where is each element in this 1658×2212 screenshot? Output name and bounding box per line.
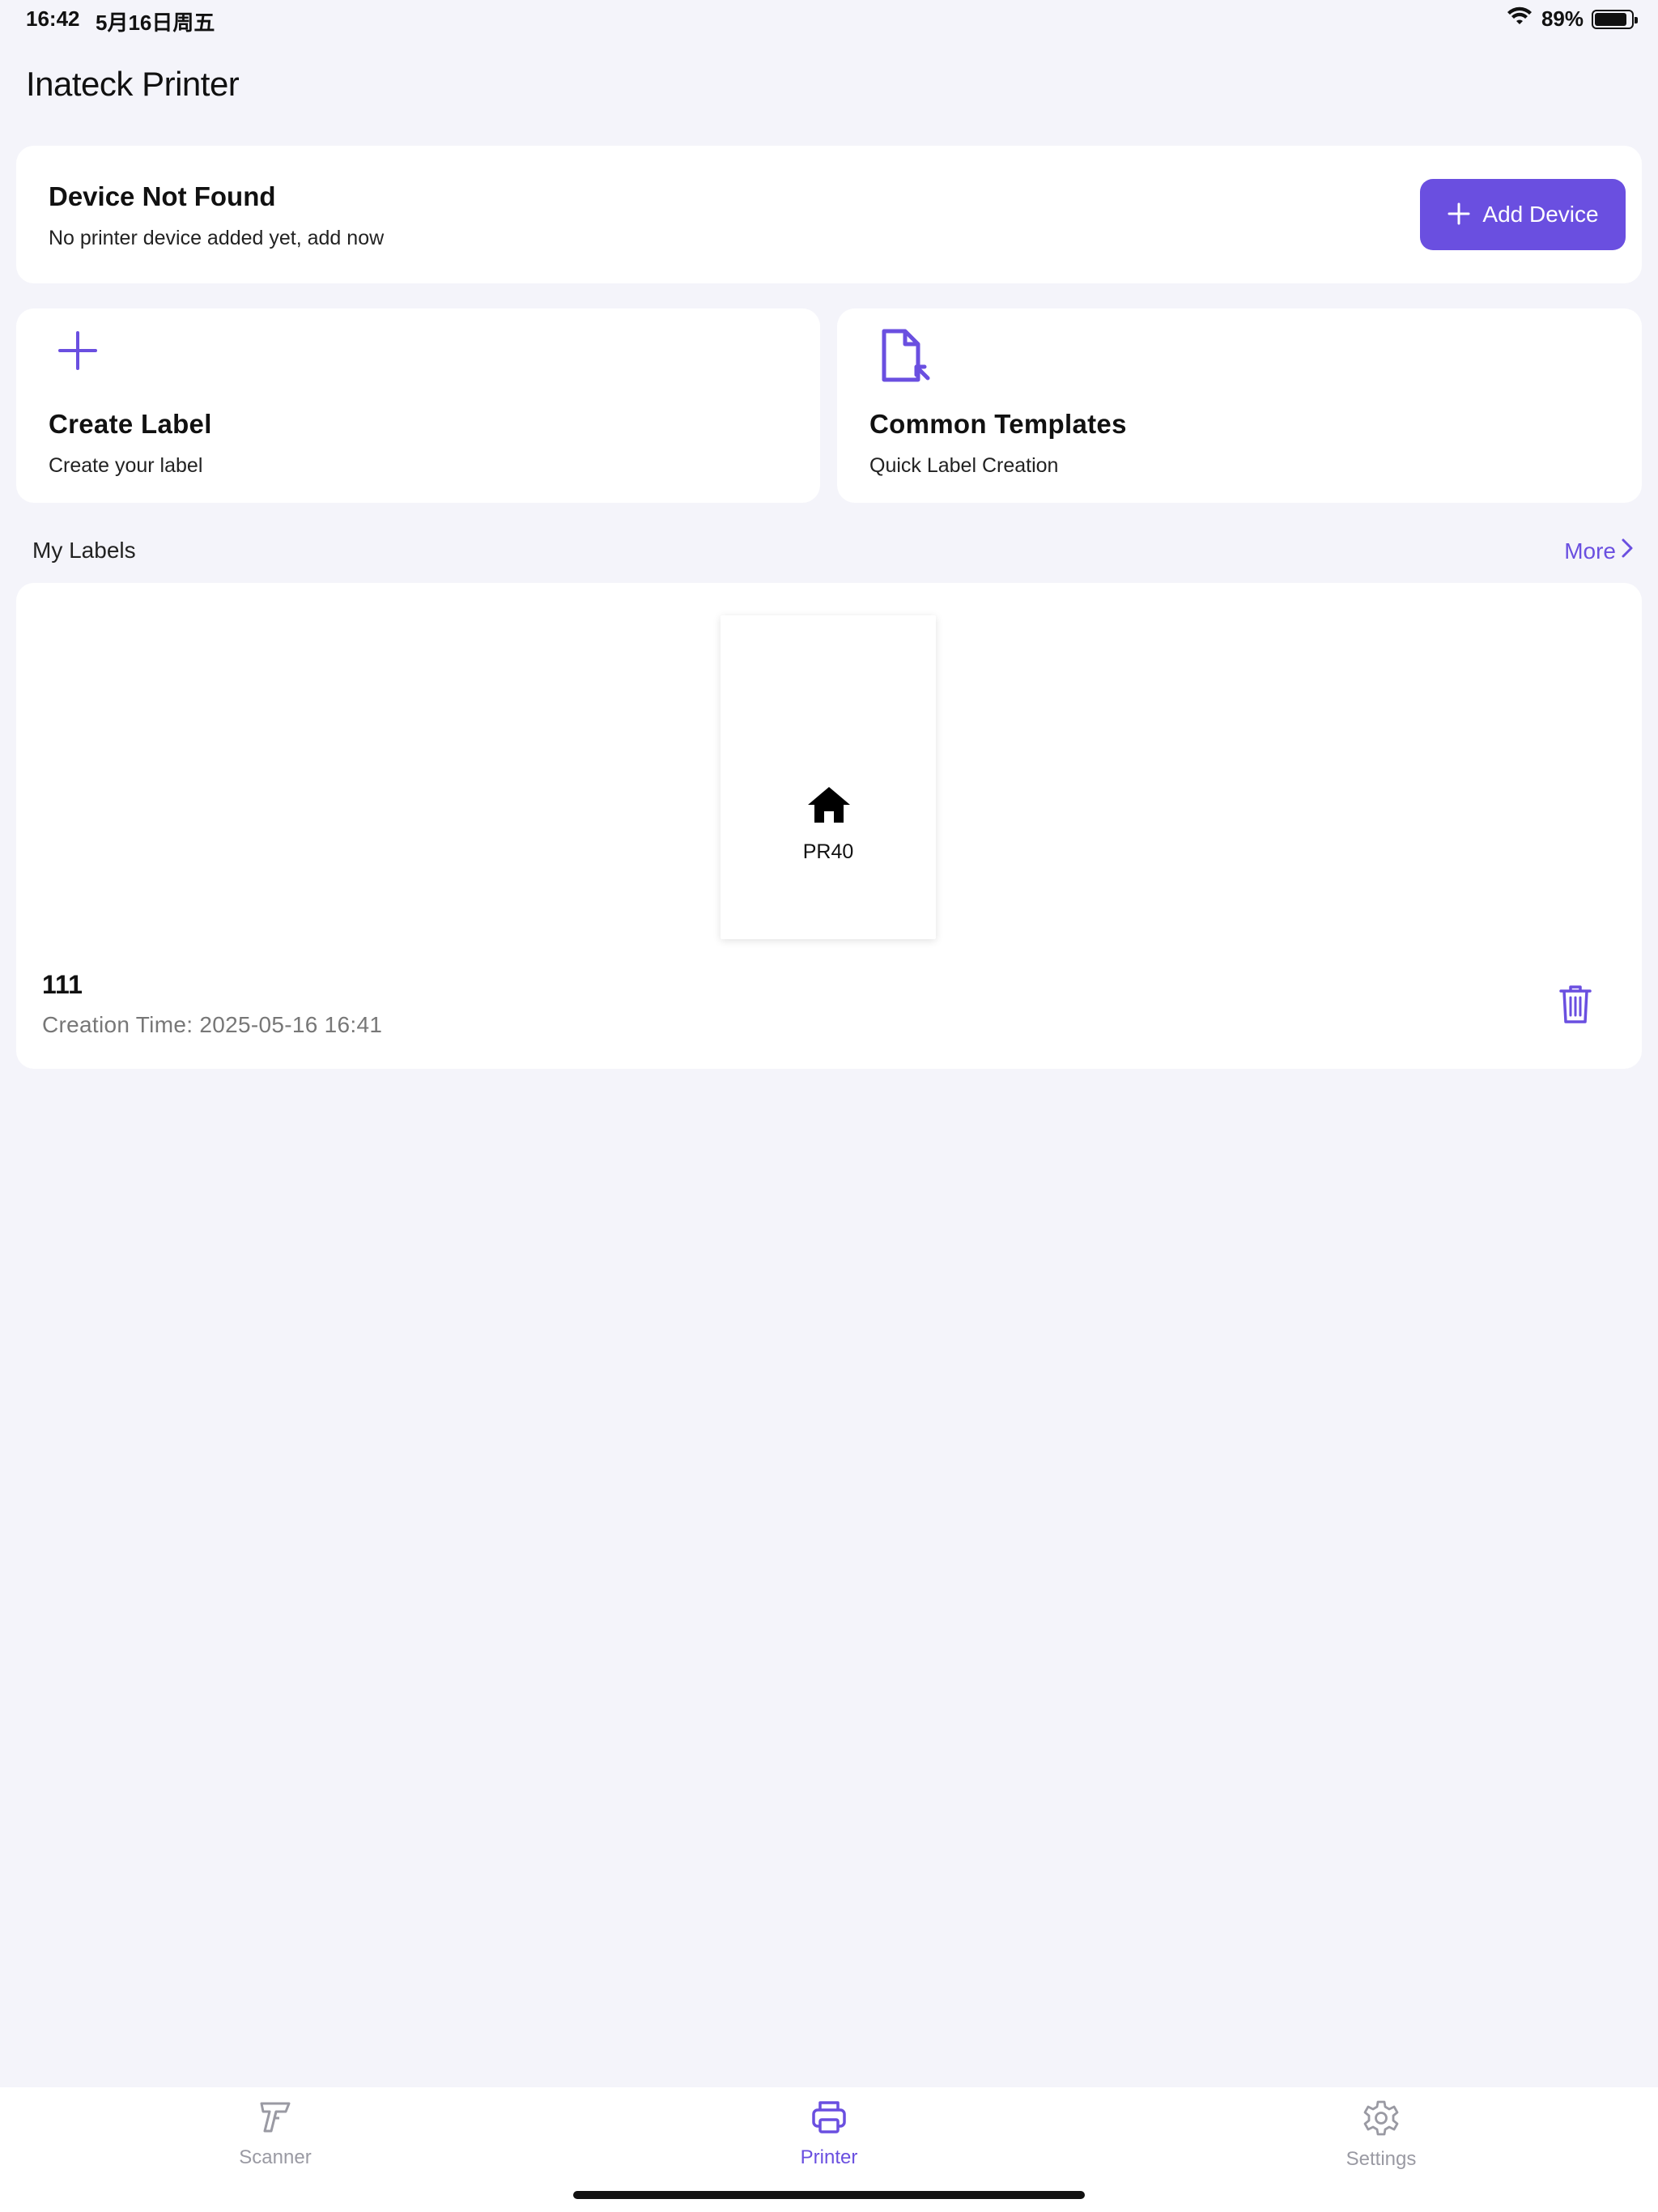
status-indicators: 89% xyxy=(1506,6,1638,32)
status-date: 5月16日周五 xyxy=(96,11,215,35)
add-device-button[interactable]: Add Device xyxy=(1420,179,1626,250)
printer-icon xyxy=(740,2099,918,2140)
label-thumbnail[interactable]: PR40 xyxy=(721,615,936,939)
label-creation-time: Creation Time: 2025-05-16 16:41 xyxy=(42,1012,383,1037)
trash-icon[interactable] xyxy=(1558,983,1593,1027)
chevron-right-icon xyxy=(1621,538,1634,564)
battery-percent: 89% xyxy=(1541,6,1584,31)
battery-icon xyxy=(1592,9,1638,29)
battery-cap xyxy=(1635,16,1638,23)
common-templates-subtitle: Quick Label Creation xyxy=(869,454,1059,477)
common-templates-title: Common Templates xyxy=(869,409,1127,439)
document-arrow-icon xyxy=(878,328,934,390)
more-link[interactable]: More xyxy=(1564,538,1634,564)
label-thumbnail-text: PR40 xyxy=(802,840,854,863)
tab-printer[interactable]: Printer xyxy=(740,2099,918,2188)
gear-icon xyxy=(1292,2099,1470,2142)
create-label-subtitle: Create your label xyxy=(49,454,203,477)
label-name: 111 xyxy=(42,970,83,999)
tab-printer-label: Printer xyxy=(800,2146,858,2168)
status-time: 16:42 xyxy=(26,6,80,31)
create-label-title: Create Label xyxy=(49,409,212,439)
more-label: More xyxy=(1564,538,1616,564)
page-title: Inateck Printer xyxy=(26,65,240,103)
my-labels-title: My Labels xyxy=(32,538,136,563)
tab-scanner-label: Scanner xyxy=(239,2146,312,2168)
tab-settings-label: Settings xyxy=(1346,2148,1417,2170)
home-indicator xyxy=(573,2191,1085,2199)
device-status-card: Device Not Found No printer device added… xyxy=(16,146,1642,283)
add-device-label: Add Device xyxy=(1482,202,1599,227)
device-status-subtitle: No printer device added yet, add now xyxy=(49,227,385,249)
tab-scanner[interactable]: Scanner xyxy=(186,2099,364,2188)
label-list-item[interactable]: PR40 111 Creation Time: 2025-05-16 16:41 xyxy=(16,583,1642,1069)
plus-icon xyxy=(1447,197,1471,232)
create-label-card[interactable]: Create Label Create your label xyxy=(16,308,820,503)
common-templates-card[interactable]: Common Templates Quick Label Creation xyxy=(837,308,1642,503)
plus-icon xyxy=(57,330,99,376)
wifi-icon xyxy=(1506,6,1533,32)
home-icon xyxy=(806,785,852,828)
device-status-title: Device Not Found xyxy=(49,181,276,211)
battery-fill xyxy=(1595,12,1627,26)
tab-settings[interactable]: Settings xyxy=(1292,2099,1470,2188)
screen: 16:42 5月16日周五 89% Inateck Printer Device… xyxy=(0,0,1658,2212)
status-bar: 16:42 5月16日周五 89% xyxy=(0,0,1658,40)
scanner-icon xyxy=(186,2099,364,2140)
